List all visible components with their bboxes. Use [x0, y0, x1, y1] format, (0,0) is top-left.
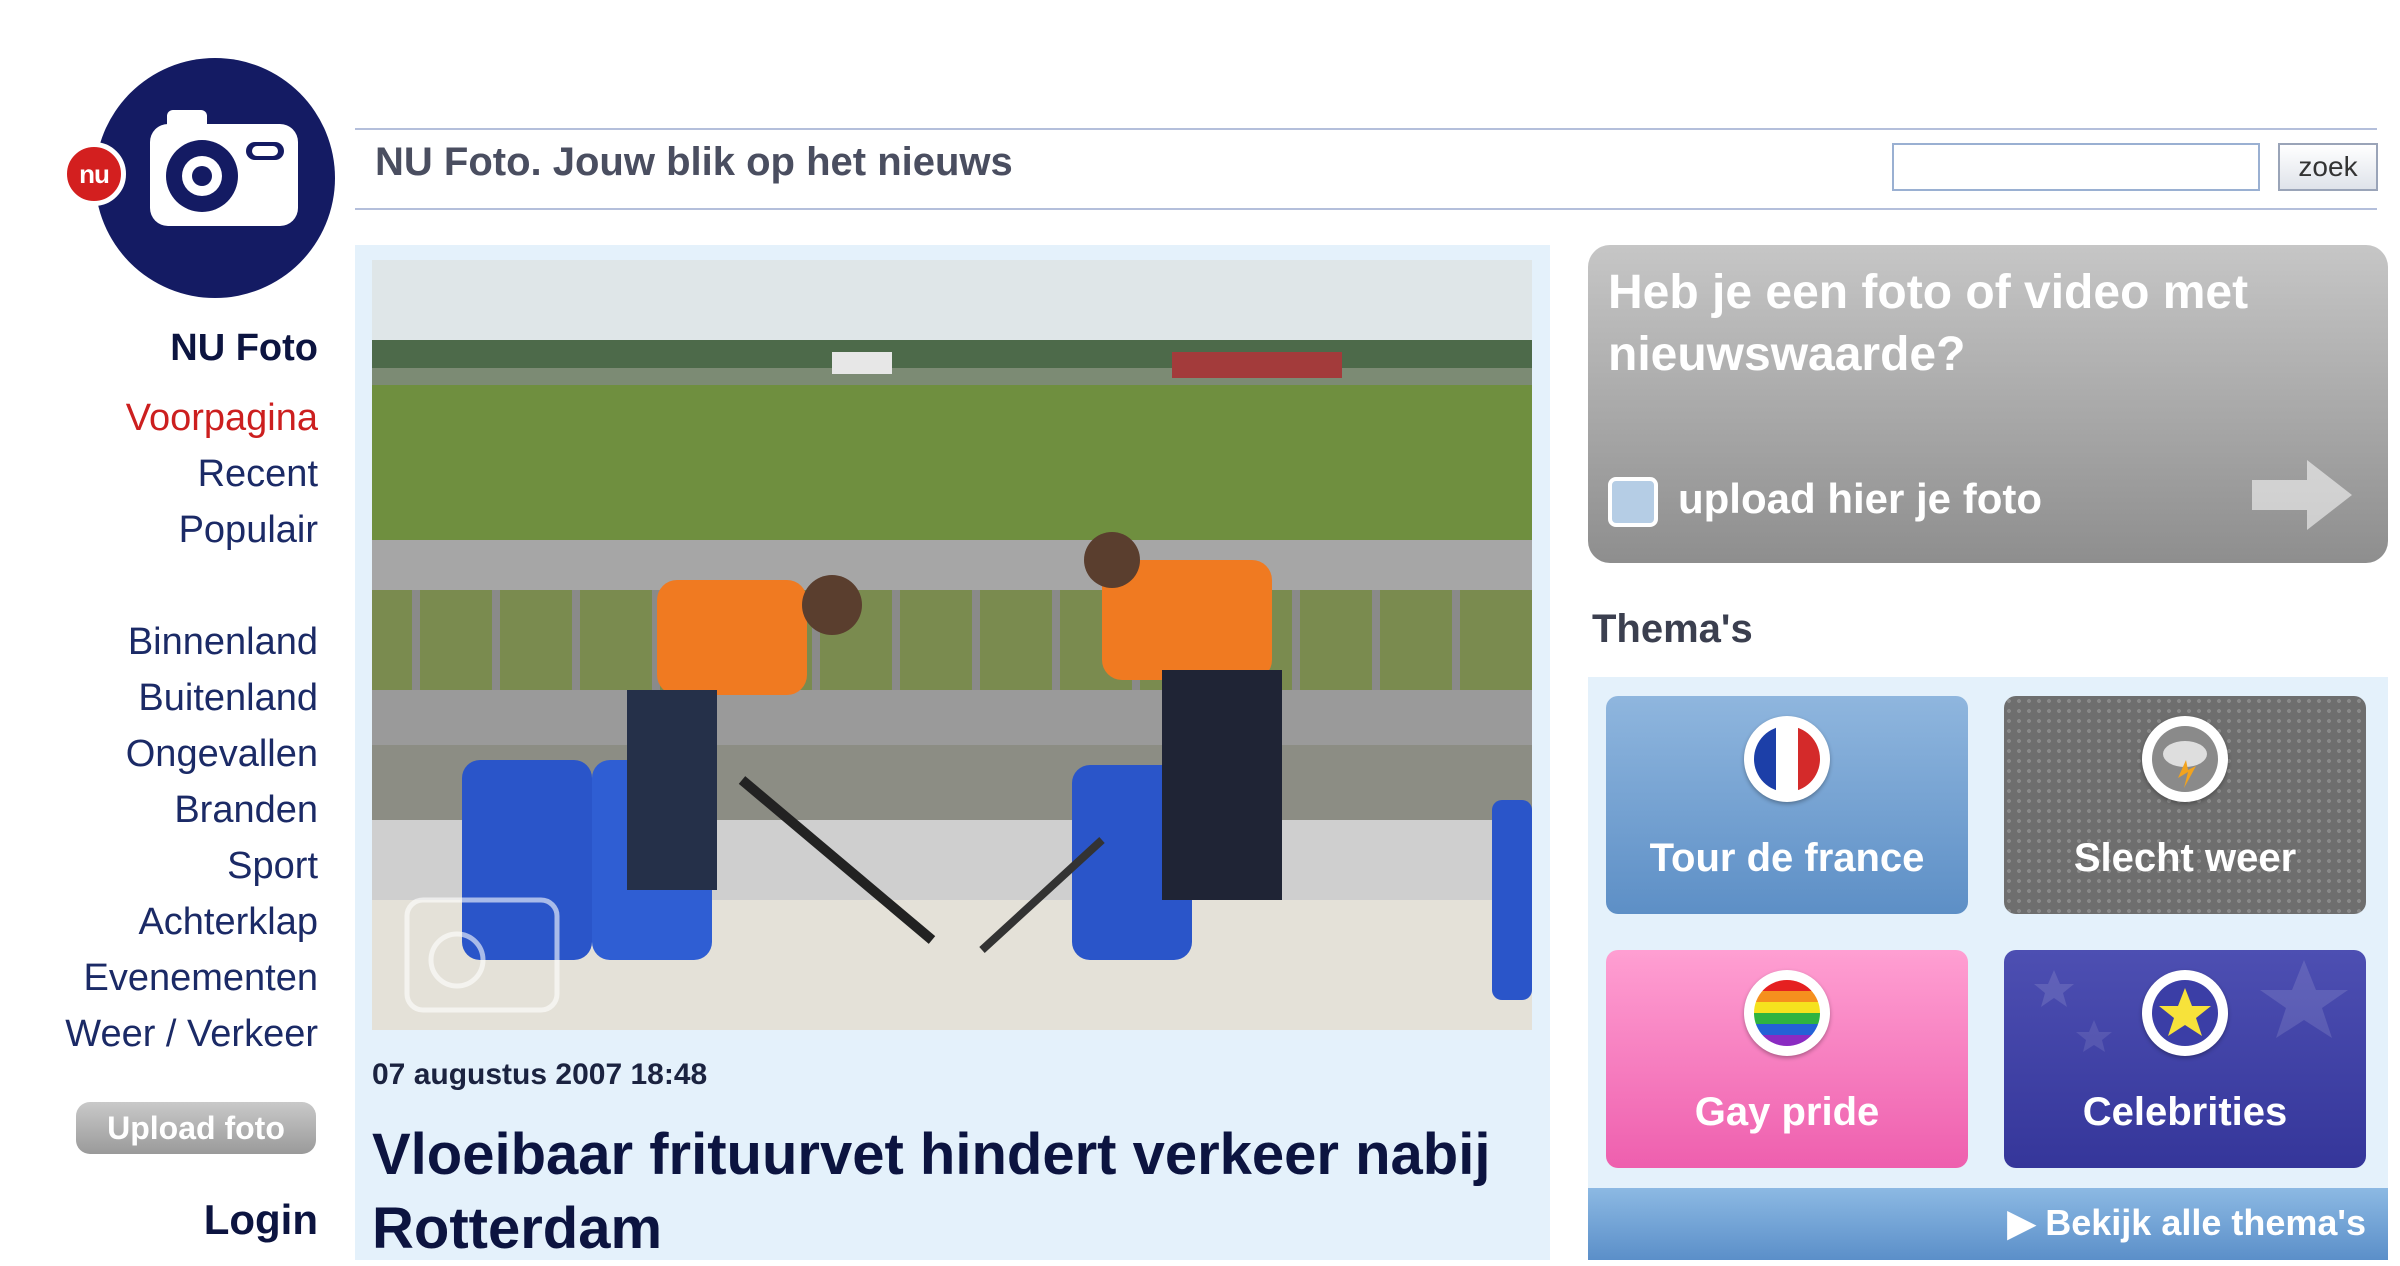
search-input[interactable]	[1892, 143, 2260, 191]
nav-item-ongevallen[interactable]: Ongevallen	[0, 726, 318, 782]
theme-tile-slecht-weer[interactable]: Slecht weer	[2004, 696, 2366, 914]
nav-title[interactable]: NU Foto	[0, 320, 318, 376]
theme-label: Tour de france	[1649, 836, 1925, 880]
article-headline[interactable]: Vloeibaar frituurvet hindert verkeer nab…	[372, 1118, 1532, 1266]
camera-flash-window	[252, 146, 278, 156]
french-flag-icon	[1744, 716, 1830, 802]
theme-label: Slecht weer	[2073, 836, 2297, 880]
nav-item-recent[interactable]: Recent	[0, 446, 318, 502]
nav-item-sport[interactable]: Sport	[0, 838, 318, 894]
theme-label: Celebrities	[2082, 1090, 2288, 1134]
search-button[interactable]: zoek	[2278, 143, 2378, 191]
nav-item-voorpagina[interactable]: Voorpagina	[0, 390, 318, 446]
themes-footer: ▶ Bekijk alle thema's	[1588, 1188, 2388, 1260]
upload-photo-link[interactable]: upload hier je foto	[1678, 475, 2042, 523]
rainbow-flag-icon	[1744, 970, 1830, 1056]
left-nav: NU Foto Voorpagina Recent Populair Binne…	[0, 320, 318, 1062]
nu-badge: nu	[62, 142, 126, 206]
page-title: NU Foto. Jouw blik op het nieuws	[375, 140, 1013, 184]
article-date: 07 augustus 2007 18:48	[372, 1058, 708, 1091]
theme-tile-celebrities[interactable]: Celebrities	[2004, 950, 2366, 1168]
upload-photo-button[interactable]: Upload foto	[76, 1102, 316, 1154]
nav-item-evenementen[interactable]: Evenementen	[0, 950, 319, 1006]
theme-tile-gay-pride[interactable]: Gay pride	[1606, 950, 1968, 1168]
star-icon	[2142, 970, 2228, 1056]
all-themes-link[interactable]: ▶ Bekijk alle thema's	[2008, 1202, 2366, 1244]
nav-item-buitenland[interactable]: Buitenland	[0, 670, 318, 726]
storm-cloud-icon	[2142, 716, 2228, 802]
promo-headline: Heb je een foto of video met nieuwswaard…	[1608, 266, 2249, 381]
nav-item-branden[interactable]: Branden	[0, 782, 318, 838]
upload-checkbox-icon[interactable]	[1608, 477, 1658, 527]
theme-label: Gay pride	[1694, 1090, 1880, 1134]
login-link[interactable]: Login	[0, 1196, 318, 1244]
nav-item-weer-verkeer[interactable]: Weer / Verkeer	[0, 1006, 318, 1062]
nav-item-achterklap[interactable]: Achterklap	[0, 894, 318, 950]
article-photo[interactable]	[372, 260, 1532, 1030]
camera-lens-core	[192, 166, 212, 186]
arrow-right-icon	[2252, 460, 2352, 530]
article-photo-scene	[372, 260, 1532, 1030]
nav-item-binnenland[interactable]: Binnenland	[0, 614, 318, 670]
nav-item-populair[interactable]: Populair	[0, 502, 318, 558]
theme-tile-tour-de-france[interactable]: Tour de france	[1606, 696, 1968, 914]
themes-heading: Thema's	[1592, 607, 1753, 651]
